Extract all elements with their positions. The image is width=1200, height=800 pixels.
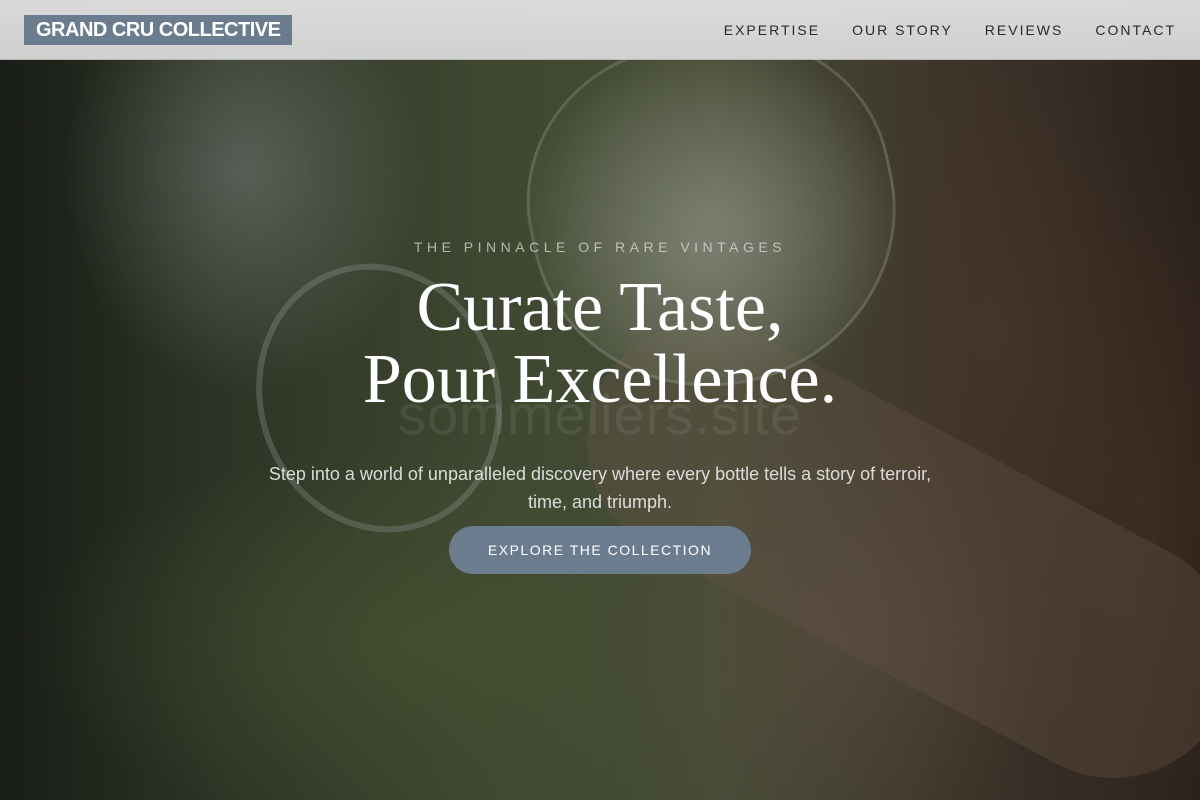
nav-link-contact[interactable]: CONTACT bbox=[1095, 22, 1176, 38]
explore-collection-button[interactable]: EXPLORE THE COLLECTION bbox=[449, 526, 751, 574]
hero-subtitle: Step into a world of unparalleled discov… bbox=[268, 464, 932, 512]
page: sommeliers.site GRAND CRU COLLECTIVE EXP… bbox=[0, 0, 1200, 800]
site-header: GRAND CRU COLLECTIVE EXPERTISE OUR STORY… bbox=[0, 0, 1200, 60]
hero-eyebrow: THE PINNACLE OF RARE VINTAGES bbox=[413, 239, 787, 255]
nav-link-our-story[interactable]: OUR STORY bbox=[852, 22, 953, 38]
site-logo[interactable]: GRAND CRU COLLECTIVE bbox=[24, 15, 293, 45]
hero-title-line-2: Pour Excellence. bbox=[362, 341, 838, 418]
nav-link-expertise[interactable]: EXPERTISE bbox=[724, 22, 820, 38]
hero-title-line-1: Curate Taste, bbox=[416, 269, 784, 346]
main-nav: EXPERTISE OUR STORY REVIEWS CONTACT bbox=[724, 0, 1176, 60]
nav-link-reviews[interactable]: REVIEWS bbox=[985, 22, 1064, 38]
hero-title: Curate Taste, Pour Excellence. bbox=[0, 272, 1200, 416]
